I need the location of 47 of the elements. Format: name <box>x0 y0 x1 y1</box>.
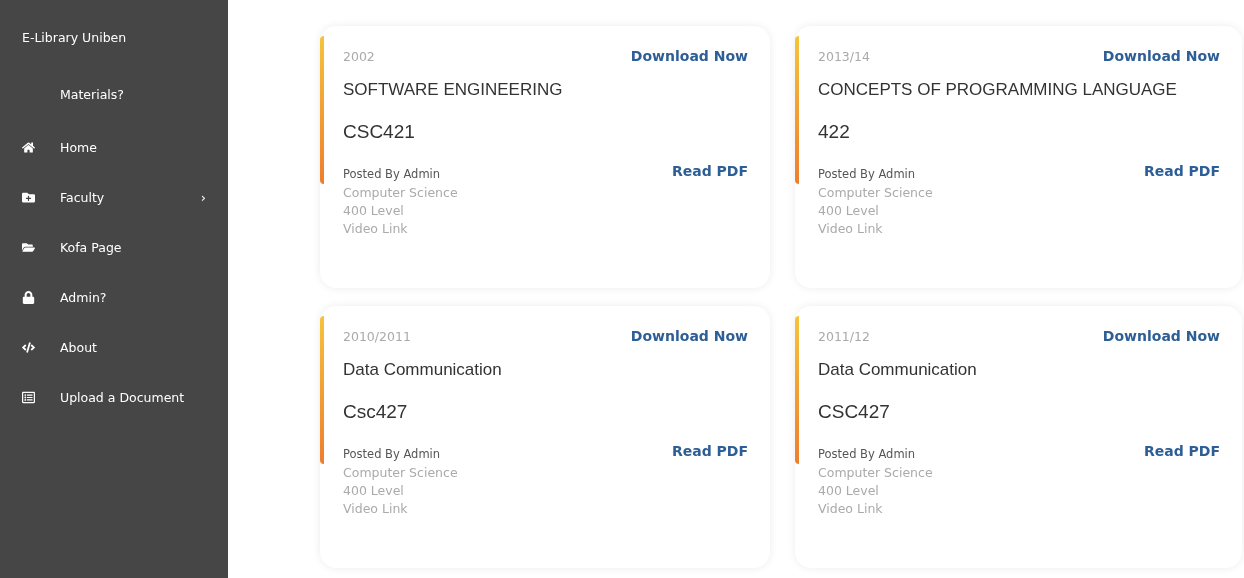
posted-by: Posted By Admin <box>343 167 441 181</box>
sidebar-item[interactable]: Home <box>60 139 206 155</box>
course-title: CONCEPTS OF PROGRAMMING LANGUAGE <box>818 80 1178 100</box>
department: Computer Science <box>343 185 458 200</box>
sidebar-item[interactable]: Upload a Document <box>60 389 206 405</box>
download-link[interactable]: Download Now <box>630 328 748 344</box>
download-link[interactable]: Download Now <box>1102 48 1220 64</box>
read-pdf-link[interactable]: Read PDF <box>671 443 748 459</box>
sidebar-subtitle: Materials? <box>59 87 125 104</box>
department: Computer Science <box>343 465 458 480</box>
sidebar-item[interactable]: Faculty <box>60 189 201 205</box>
course-code: CSC427 <box>818 401 891 423</box>
course-code: Csc427 <box>343 401 409 423</box>
code-icon <box>22 340 35 354</box>
list-icon <box>22 390 35 404</box>
course-title: Data Communication <box>818 360 978 380</box>
read-pdf-link[interactable]: Read PDF <box>1143 163 1220 179</box>
year: 2010/2011 <box>343 328 411 344</box>
year: 2011/12 <box>818 328 870 344</box>
year: 2002 <box>343 48 375 64</box>
year: 2013/14 <box>818 48 870 64</box>
department: Computer Science <box>818 465 933 480</box>
home-icon <box>22 140 35 154</box>
download-link[interactable]: Download Now <box>630 48 748 64</box>
sidebar-item[interactable]: Kofa Page <box>60 239 206 255</box>
level: 400 Level <box>343 203 405 218</box>
folder-icon <box>22 240 35 254</box>
course-code: 422 <box>818 121 851 143</box>
brand-title: E-Library Uniben <box>21 30 128 47</box>
read-pdf-link[interactable]: Read PDF <box>671 163 748 179</box>
sidebar-item[interactable]: About <box>60 339 206 355</box>
level: 400 Level <box>818 203 880 218</box>
level: 400 Level <box>818 483 880 498</box>
lock-icon <box>22 290 35 304</box>
course-code: CSC421 <box>343 121 416 143</box>
download-link[interactable]: Download Now <box>1102 328 1220 344</box>
sidebar-item[interactable]: Admin? <box>60 289 206 305</box>
posted-by: Posted By Admin <box>818 447 916 461</box>
level: 400 Level <box>343 483 405 498</box>
course-title: Data Communication <box>343 360 503 380</box>
posted-by: Posted By Admin <box>818 167 916 181</box>
chevron-icon: › <box>200 189 206 205</box>
department: Computer Science <box>818 185 933 200</box>
read-pdf-link[interactable]: Read PDF <box>1143 443 1220 459</box>
folder-plus-icon <box>22 190 35 204</box>
posted-by: Posted By Admin <box>343 447 441 461</box>
course-title: SOFTWARE ENGINEERING <box>343 80 564 100</box>
